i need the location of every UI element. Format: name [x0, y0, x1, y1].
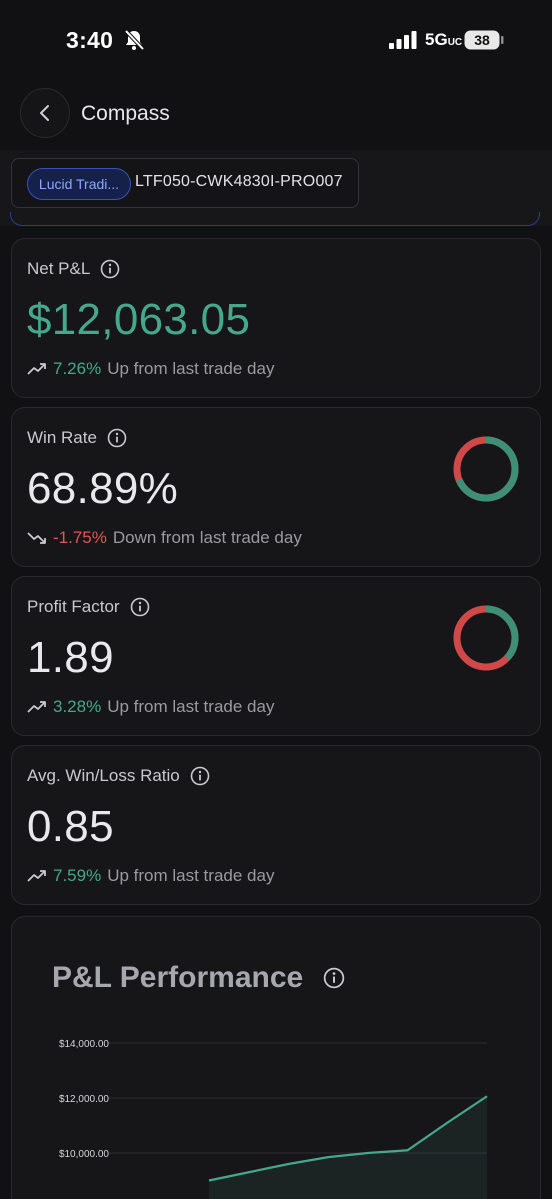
trend-up-icon — [27, 870, 46, 882]
info-icon[interactable] — [323, 967, 345, 989]
change-text: Down from last trade day — [112, 528, 302, 547]
card-label: Avg. Win/Loss Ratio — [27, 766, 210, 786]
change-text: Up from last trade day — [107, 697, 275, 716]
win-rate-card: Win Rate 68.89% -1.75% Down from last tr… — [11, 407, 541, 567]
y-tick-label: $10,000.00 — [59, 1149, 109, 1160]
profit-factor-label: Profit Factor — [27, 597, 120, 616]
chart-title: P&L Performance — [52, 961, 345, 995]
status-bar: 3:40 5GUC 38 — [0, 0, 552, 80]
network-type: 5GUC — [425, 30, 463, 49]
win-rate-donut — [453, 436, 519, 502]
win-loss-ratio-card: Avg. Win/Loss Ratio 0.85 7.59% Up from l… — [11, 745, 541, 905]
info-icon[interactable] — [100, 259, 120, 279]
pnl-area — [209, 1096, 487, 1199]
account-provider-chip[interactable]: Lucid Tradi... — [27, 168, 131, 200]
change-percent: -1.75% — [53, 528, 107, 547]
chevron-left-icon — [40, 105, 49, 121]
net-pnl-label: Net P&L — [27, 259, 91, 278]
net-pnl-value: $12,063.05 — [27, 295, 251, 344]
change-percent: 7.26% — [53, 359, 102, 378]
win-loss-ratio-label: Avg. Win/Loss Ratio — [27, 766, 180, 785]
card-label: Net P&L — [27, 259, 120, 279]
nav-header: Compass — [0, 86, 552, 150]
win-rate-value: 68.89% — [27, 464, 179, 513]
page-title: Compass — [81, 102, 170, 125]
card-label: Win Rate — [27, 428, 127, 448]
profit-factor-change: 3.28% Up from last trade day — [27, 697, 274, 717]
win-loss-ratio-value: 0.85 — [27, 802, 114, 851]
profit-factor-donut — [453, 605, 519, 671]
change-percent: 3.28% — [53, 697, 102, 716]
back-button[interactable] — [20, 88, 70, 138]
win-rate-change: -1.75% Down from last trade day — [27, 528, 302, 548]
trend-up-icon — [27, 363, 46, 375]
account-selector[interactable]: Lucid Tradi... LTF050-CWK4830I-PRO007 — [11, 158, 359, 208]
chart-title-text: P&L Performance — [52, 961, 304, 994]
net-pnl-card: Net P&L $12,063.05 7.26% Up from last tr… — [11, 238, 541, 398]
win-rate-label: Win Rate — [27, 428, 97, 447]
profit-factor-value: 1.89 — [27, 633, 114, 682]
info-icon[interactable] — [130, 597, 150, 617]
info-icon[interactable] — [107, 428, 127, 448]
info-icon[interactable] — [190, 766, 210, 786]
change-percent: 7.59% — [53, 866, 102, 885]
profit-factor-card: Profit Factor 1.89 3.28% Up from last tr… — [11, 576, 541, 736]
y-tick-label: $12,000.00 — [59, 1094, 109, 1105]
change-text: Up from last trade day — [107, 866, 275, 885]
change-text: Up from last trade day — [107, 359, 275, 378]
card-label: Profit Factor — [27, 597, 150, 617]
battery-level: 38 — [474, 32, 490, 48]
battery-icon: 38 — [464, 30, 504, 50]
account-strip-border — [10, 212, 540, 226]
app-screen: 3:40 5GUC 38 Compass Lucid Tradi... LTF0… — [0, 0, 552, 1199]
cellular-signal-icon — [389, 31, 417, 49]
y-tick-label: $14,000.00 — [59, 1039, 109, 1050]
win-loss-ratio-change: 7.59% Up from last trade day — [27, 866, 274, 886]
bell-slash-icon — [124, 29, 144, 51]
trend-up-icon — [27, 701, 46, 713]
account-id: LTF050-CWK4830I-PRO007 — [135, 173, 343, 190]
trend-down-icon — [27, 532, 46, 544]
pnl-performance-chart: $14,000.00 $12,000.00 $10,000.00 — [59, 1039, 488, 1199]
pnl-performance-card: P&L Performance $14,000.00 $12,000.00 $10,… — [11, 916, 541, 1199]
net-pnl-change: 7.26% Up from last trade day — [27, 359, 274, 379]
network-suffix: UC — [447, 37, 463, 48]
status-time: 3:40 — [66, 27, 114, 53]
account-strip: Lucid Tradi... LTF050-CWK4830I-PRO007 — [0, 150, 552, 226]
